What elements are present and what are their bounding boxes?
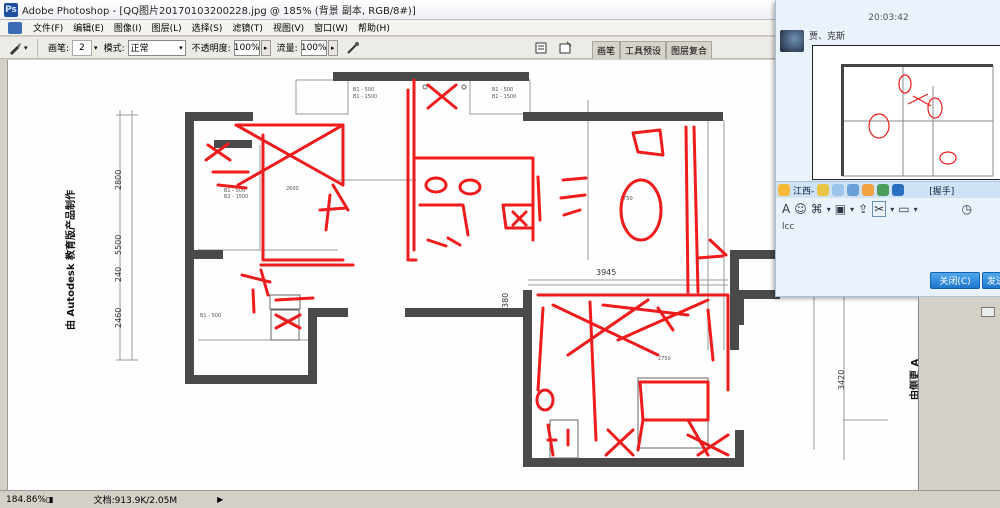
emoji-icon[interactable]: [817, 184, 830, 196]
menu-layer[interactable]: 图层(L): [147, 21, 187, 34]
gift-icon[interactable]: ⌘: [811, 202, 823, 216]
message-input[interactable]: lcc: [782, 222, 996, 268]
tool-preset-picker[interactable]: ▾: [4, 38, 38, 57]
chevron-down-icon[interactable]: ▾: [850, 205, 854, 214]
panel-tab-icon[interactable]: [981, 307, 995, 317]
history-clock-icon[interactable]: ◷: [962, 202, 972, 216]
send-button[interactable]: 发送: [982, 272, 1000, 289]
flow-label: 流量:: [276, 44, 298, 54]
watermark-text-left: 由 Autodesk 教育版产品制作: [64, 190, 77, 330]
flow-input[interactable]: 100%: [300, 39, 327, 56]
small-label: 2750: [658, 356, 671, 362]
dim-label: 380: [501, 293, 510, 308]
small-label: B1 - 1500: [492, 94, 516, 100]
favorite-icon[interactable]: [892, 184, 905, 196]
status-bar: 184.86% ◨ 文档:913.9K/2.05M ▶: [0, 490, 1000, 508]
message-timestamp: 20:03:42: [868, 13, 909, 23]
left-ruler: [0, 60, 8, 490]
smiley-icon[interactable]: [778, 184, 790, 196]
palette-tab-brushes[interactable]: 画笔: [592, 41, 621, 59]
gif-icon[interactable]: [847, 184, 860, 196]
app-menu-icon[interactable]: [8, 21, 22, 34]
palette-icon: [535, 42, 547, 53]
airbrush-toggle[interactable]: [344, 39, 362, 57]
close-button[interactable]: 关闭(C): [930, 272, 980, 289]
fun-emoji-icon[interactable]: [862, 184, 875, 196]
flow-slider-button[interactable]: ▸: [327, 39, 338, 56]
small-label: B1 - 1500: [353, 94, 377, 100]
brush-dropdown-icon[interactable]: ▾: [94, 44, 98, 52]
zoom-menu-icon[interactable]: ◨: [46, 495, 54, 504]
menu-edit[interactable]: 编辑(E): [68, 21, 109, 34]
small-label: B1 - 500: [200, 313, 221, 319]
font-icon[interactable]: A: [782, 202, 790, 216]
menu-window[interactable]: 窗口(W): [309, 21, 353, 34]
document-size: 文档:913.9K/2.05M: [93, 496, 178, 506]
opacity-input[interactable]: 100%: [233, 39, 260, 56]
shared-image-thumbnail[interactable]: [812, 45, 1000, 180]
brush-size-picker[interactable]: 2: [72, 39, 93, 56]
contact-label[interactable]: 江西-: [793, 184, 814, 197]
chevron-down-icon[interactable]: ▾: [914, 205, 918, 214]
menu-image[interactable]: 图像(I): [109, 21, 147, 34]
small-label: 2600: [286, 186, 299, 192]
chevron-down-icon: ▾: [179, 43, 183, 52]
zoom-level[interactable]: 184.86%: [6, 495, 46, 505]
shake-hand-label[interactable]: [握手]: [929, 184, 954, 197]
file-browser-icon: [559, 41, 572, 53]
brush-label: 画笔:: [48, 44, 70, 54]
right-panel: [918, 297, 1000, 490]
sender-name: 贾、克斯: [809, 32, 846, 42]
thumbnail-floor-plan: [841, 64, 994, 177]
palette-tab-layer-comps[interactable]: 图层复合: [666, 41, 713, 59]
emoji-bar: 江西- [握手]: [776, 181, 1000, 198]
mode-label: 模式:: [103, 44, 125, 54]
menu-view[interactable]: 视图(V): [268, 21, 309, 34]
small-label: B1 - 500: [353, 87, 374, 93]
mode-value: 正常: [130, 44, 149, 54]
chat-toolbar: A ☺ ⌘ ▾ ▣ ▾ ⇪ ✂ ▾ ▭ ▾ ◷: [776, 199, 1000, 219]
file-browser-button[interactable]: [556, 39, 574, 57]
upload-icon[interactable]: ⇪: [858, 202, 868, 216]
sticker-icon[interactable]: [832, 184, 845, 196]
menu-help[interactable]: 帮助(H): [353, 21, 395, 34]
image-icon[interactable]: ▣: [835, 202, 846, 216]
opacity-slider-button[interactable]: ▸: [260, 39, 271, 56]
window-title: Adobe Photoshop - [QQ图片20170103200228.jp…: [22, 6, 416, 17]
dim-label: 2460: [114, 308, 123, 328]
menu-filter[interactable]: 滤镜(T): [227, 21, 268, 34]
red-markup: [204, 78, 730, 457]
small-label: B1 - 500: [492, 87, 513, 93]
chevron-down-icon[interactable]: ▾: [827, 205, 831, 214]
emoji-face-icon[interactable]: ☺: [794, 202, 807, 216]
chevron-down-icon[interactable]: ▾: [890, 205, 894, 214]
image-emoji-icon[interactable]: [877, 184, 890, 196]
status-menu-arrow-icon[interactable]: ▶: [217, 495, 223, 504]
more-icon[interactable]: ▭: [898, 202, 909, 216]
mode-select[interactable]: 正常 ▾: [127, 39, 186, 56]
dim-label: 2800: [114, 170, 123, 190]
palette-well: 画笔 工具预设 图层复合: [592, 41, 713, 59]
menu-select[interactable]: 选择(S): [187, 21, 228, 34]
dim-label: 5500: [114, 235, 123, 255]
screenshot-scissors-icon[interactable]: ✂: [872, 201, 887, 217]
toggle-palettes-button[interactable]: [532, 39, 550, 57]
avatar[interactable]: [780, 30, 804, 52]
photoshop-logo-icon: Ps: [4, 2, 18, 17]
airbrush-icon: [346, 41, 359, 54]
opacity-label: 不透明度:: [191, 44, 231, 54]
menu-file[interactable]: 文件(F): [28, 21, 68, 34]
dim-label: 3420: [837, 370, 846, 390]
chevron-down-icon: ▾: [24, 43, 28, 52]
small-label: B2 - 1500: [224, 194, 248, 200]
brush-icon: [10, 42, 21, 55]
dim-label: 3945: [596, 268, 616, 277]
chat-window: 20:03:42 贾、克斯 江西- [握手] A ☺ ⌘ ▾ ▣ ▾ ⇪ ✂ ▾…: [775, 0, 1000, 297]
dim-label: 240: [114, 267, 123, 282]
palette-tab-tool-presets[interactable]: 工具预设: [620, 41, 667, 59]
